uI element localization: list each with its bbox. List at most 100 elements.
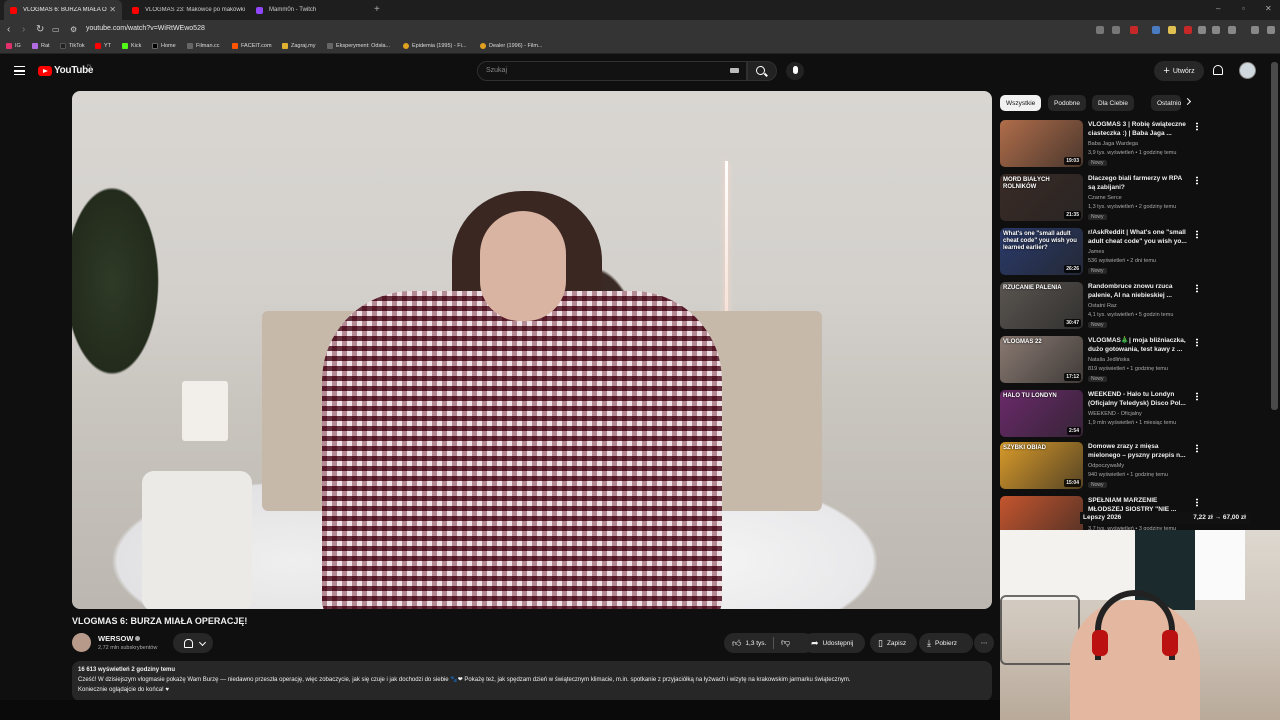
recommendation-item[interactable]: SZYBKI OBIAD 15:04 Domowe zrazy z mięsa mi… — [1000, 442, 1200, 492]
bookmark-item[interactable]: TikTok — [60, 43, 85, 49]
keyboard-icon[interactable] — [730, 68, 739, 73]
more-vertical-icon[interactable] — [1196, 338, 1198, 347]
bookmark-item[interactable]: Epidemia (1995) - Fi... — [403, 43, 466, 49]
recommendation-channel[interactable]: WEEKEND - Oficjalny — [1088, 411, 1142, 417]
recommendation-channel[interactable]: Baba Jaga Wardega — [1088, 141, 1138, 147]
browser-tab-1[interactable]: VLOGMAS 23: Makowce po makówki — [126, 0, 248, 20]
link-icon[interactable] — [1228, 26, 1236, 34]
chip-all[interactable]: Wszystkie — [1000, 95, 1042, 111]
recommendation-channel[interactable]: Czarne Serce — [1088, 195, 1122, 201]
video-player[interactable] — [72, 91, 992, 609]
more-vertical-icon[interactable] — [1196, 230, 1198, 239]
more-vertical-icon[interactable] — [1196, 444, 1198, 453]
page-scrollbar[interactable] — [1271, 62, 1278, 410]
channel-name[interactable]: WERSOW — [98, 634, 141, 643]
video-thumbnail[interactable]: 19:03 — [1000, 120, 1083, 167]
bookmark-item[interactable]: Eksperyment: Odsła... — [327, 43, 390, 49]
video-thumbnail[interactable]: HALO TU LONDYN 2:54 — [1000, 390, 1083, 437]
video-thumbnail[interactable]: MORD BIAŁYCH ROLNIKÓW 21:35 — [1000, 174, 1083, 221]
extension-icon[interactable] — [1168, 26, 1176, 34]
more-vertical-icon[interactable] — [1196, 284, 1198, 293]
recommendation-title[interactable]: Randombruce znowu rzuca palenie, AI na n… — [1088, 282, 1190, 300]
bookmark-item[interactable]: FACEIT.com — [232, 43, 272, 49]
recommendation-title[interactable]: r/AskReddit | What's one "small adult ch… — [1088, 228, 1190, 246]
recommendation-item[interactable]: HALO TU LONDYN 2:54 WEEKEND - Halo tu Lond… — [1000, 390, 1200, 440]
recommendation-title[interactable]: VLOGMAS 3 | Robię świąteczne ciasteczka … — [1088, 120, 1190, 138]
youtube-logo-icon[interactable] — [38, 66, 52, 76]
bookmark-item[interactable]: Zagraj.my — [282, 43, 315, 49]
video-thumbnail[interactable]: What's one "small adult cheat code" you … — [1000, 228, 1083, 275]
bookmark-item[interactable]: Kick — [122, 43, 141, 49]
recommendation-item[interactable]: VLOGMAS 22 17:12 VLOGMAS🎄| moja bliźniaczk… — [1000, 336, 1200, 386]
site-info-icon[interactable]: ⚙ — [70, 24, 77, 36]
url-field[interactable]: youtube.com/watch?v=WiRtWEwo528 — [86, 25, 205, 32]
save-button[interactable]: ▯ Zapisz — [870, 633, 917, 653]
voice-search-icon[interactable] — [786, 62, 804, 80]
bookmark-item[interactable]: Rat — [32, 43, 50, 49]
back-icon[interactable]: ‹ — [7, 24, 10, 36]
recommendation-title[interactable]: Dlaczego biali farmerzy w RPA są zabijan… — [1088, 174, 1190, 192]
recommendation-title[interactable]: VLOGMAS🎄| moja bliźniaczka, dużo gotowan… — [1088, 336, 1190, 354]
account-avatar[interactable] — [1239, 62, 1256, 79]
forward-icon[interactable]: › — [22, 24, 25, 36]
thumbs-down-icon[interactable]: 👎︎ — [781, 637, 790, 648]
more-vertical-icon[interactable] — [1196, 122, 1198, 131]
menu-icon[interactable] — [1267, 26, 1275, 34]
maximize-icon[interactable]: ▫ — [1242, 4, 1245, 13]
minimize-icon[interactable]: – — [1216, 4, 1220, 13]
recommendation-item[interactable]: MORD BIAŁYCH ROLNIKÓW 21:35 Dlaczego biali… — [1000, 174, 1200, 224]
recommendation-channel[interactable]: Natalia Jedlińska — [1088, 357, 1130, 363]
site-icon — [282, 43, 288, 49]
close-window-icon[interactable]: ✕ — [1265, 4, 1272, 13]
subscription-bell-button[interactable] — [173, 633, 213, 653]
chip-recent[interactable]: Ostatnio — [1151, 95, 1181, 111]
download-button[interactable]: ⤓ Pobierz — [919, 633, 973, 653]
video-description[interactable]: 16 613 wyświetleń 2 godziny temu Cześć! … — [72, 661, 992, 701]
close-tab-icon[interactable]: ✕ — [109, 5, 116, 14]
bookmark-item[interactable]: Home — [152, 43, 176, 49]
chevron-right-icon[interactable] — [1183, 97, 1192, 106]
new-tab-icon[interactable]: + — [374, 4, 380, 15]
recommendation-item[interactable]: 19:03 VLOGMAS 3 | Robię świąteczne ciaste… — [1000, 120, 1200, 170]
reload-icon[interactable]: ↻ — [36, 24, 44, 36]
bookmark-item[interactable]: Dealer (1996) - Film... — [480, 43, 543, 49]
browser-tab-0[interactable]: VLOGMAS 6: BURZA MIAŁA O ✕ — [4, 0, 122, 20]
recommendation-channel[interactable]: James — [1088, 249, 1104, 255]
bookmark-item[interactable]: Filman.cc — [187, 43, 220, 49]
more-vertical-icon[interactable] — [1196, 498, 1198, 507]
extension-icon[interactable] — [1096, 26, 1104, 34]
extensions-puzzle-icon[interactable] — [1198, 26, 1206, 34]
more-vertical-icon[interactable] — [1196, 176, 1198, 185]
share-icon[interactable] — [1112, 26, 1120, 34]
extension-icon[interactable] — [1184, 26, 1192, 34]
like-button[interactable]: 👍︎ 1,3 tys. 👎︎ — [724, 633, 814, 653]
extension-icon[interactable] — [1130, 26, 1138, 34]
chip-related[interactable]: Podobne — [1048, 95, 1087, 111]
chip-for-you[interactable]: Dla Ciebie — [1092, 95, 1134, 111]
recommendation-title[interactable]: Domowe zrazy z mięsa mielonego – pyszny … — [1088, 442, 1190, 460]
browser-tab-2[interactable]: Mamm0n - Twitch — [250, 0, 370, 20]
search-input[interactable]: Szukaj — [477, 61, 747, 81]
channel-avatar[interactable] — [72, 633, 91, 652]
recommendation-item[interactable]: RZUCANIE PALENIA 30:47 Randombruce znowu r… — [1000, 282, 1200, 332]
more-vertical-icon[interactable] — [1196, 392, 1198, 401]
video-thumbnail[interactable]: RZUCANIE PALENIA 30:47 — [1000, 282, 1083, 329]
share-button[interactable]: ➦ Udostępnij — [803, 633, 865, 653]
bookmark-item[interactable]: IG — [6, 43, 21, 49]
create-button[interactable]: + Utwórz — [1154, 61, 1204, 81]
download-icon[interactable] — [1212, 26, 1220, 34]
recommendation-channel[interactable]: OdpoczywaMy — [1088, 463, 1124, 469]
video-thumbnail[interactable] — [1000, 496, 1083, 530]
more-actions-button[interactable]: ⋯ — [974, 633, 994, 653]
recommendation-title[interactable]: WEEKEND - Halo tu Londyn (Oficjalny Tele… — [1088, 390, 1190, 408]
hamburger-menu-icon[interactable] — [14, 66, 25, 75]
bookmark-page-icon[interactable]: ▭ — [52, 24, 60, 36]
notifications-bell-icon[interactable] — [1213, 65, 1223, 75]
video-thumbnail[interactable]: SZYBKI OBIAD 15:04 — [1000, 442, 1083, 489]
bookmark-item[interactable]: YT — [95, 43, 111, 49]
recommendation-item[interactable]: What's one "small adult cheat code" you … — [1000, 228, 1200, 278]
video-thumbnail[interactable]: VLOGMAS 22 17:12 — [1000, 336, 1083, 383]
extension-icon[interactable] — [1152, 26, 1160, 34]
media-icon[interactable] — [1251, 26, 1259, 34]
recommendation-channel[interactable]: Ostatni Raz — [1088, 303, 1117, 309]
